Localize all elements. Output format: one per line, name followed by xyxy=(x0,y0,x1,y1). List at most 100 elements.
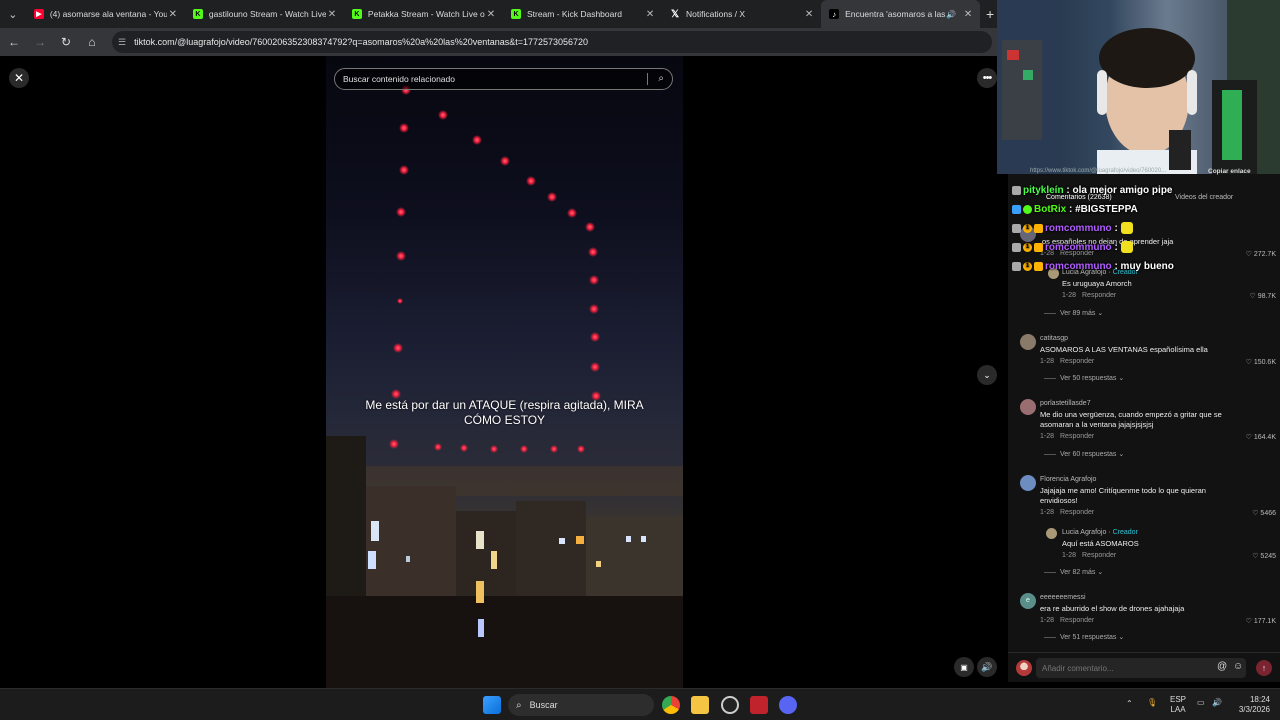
back-icon[interactable]: ← xyxy=(2,30,26,54)
emote-icon xyxy=(1120,241,1133,253)
related-search-placeholder: Buscar contenido relacionado xyxy=(343,74,455,84)
avatar[interactable]: e xyxy=(1020,593,1036,609)
reply-author: Lucia Agrafojo · Creador xyxy=(1062,529,1138,536)
tray-chevron-icon[interactable]: ⌃ xyxy=(1126,699,1133,708)
browser-tab[interactable]: ▶ (4) asomarse ala ventana - YouTube ✕ xyxy=(26,0,185,28)
comment-author[interactable]: porlastetillasde7 xyxy=(1040,400,1091,407)
webcam-overlay xyxy=(997,0,1280,174)
reply-button[interactable]: Responder xyxy=(1060,433,1094,440)
close-icon[interactable]: ✕ xyxy=(9,68,29,88)
url-text: tiktok.com/@luagrafojo/video/76002063523… xyxy=(134,37,589,47)
add-comment-input[interactable] xyxy=(1036,658,1246,678)
tab-title: gastilouno Stream - Watch Live on Kick xyxy=(208,9,326,19)
reply-date: 1-28 xyxy=(1062,552,1077,559)
crown-badge-icon xyxy=(1034,261,1043,271)
date-text: 3/3/2026 xyxy=(1238,705,1270,714)
sub-badge-icon: 1 xyxy=(1023,242,1032,252)
forward-icon[interactable]: → xyxy=(28,30,52,54)
next-video-chevron-icon[interactable]: ⌄ xyxy=(977,365,997,385)
obs-icon[interactable] xyxy=(721,696,739,714)
volume-tray-icon[interactable]: 🔊 xyxy=(1212,698,1222,707)
browser-tab-active[interactable]: ♪ Encuentra 'asomaros a las ventanas' 🔊 … xyxy=(821,0,981,28)
comment-date: 1-28 xyxy=(1040,433,1055,440)
sub-badge-icon: 1 xyxy=(1023,223,1032,233)
like-count[interactable]: ♡ 164.4K xyxy=(1246,433,1276,441)
like-count[interactable]: ♡ 150.6K xyxy=(1246,358,1276,366)
video-frame xyxy=(326,85,683,688)
chat-username: BotRix xyxy=(1034,203,1067,215)
reply-button[interactable]: Responder xyxy=(1060,617,1094,624)
divider xyxy=(647,73,648,85)
reply-button[interactable]: Responder xyxy=(1060,358,1094,365)
windows-start-icon[interactable] xyxy=(483,696,501,714)
related-search-input[interactable]: Buscar contenido relacionado ⌕ xyxy=(334,68,673,90)
view-more-replies[interactable]: Ver 60 respuestas ⌄ xyxy=(1044,450,1124,458)
badge-icon xyxy=(1012,185,1021,195)
tab-title: Petakka Stream - Watch Live on Kick xyxy=(367,9,485,19)
view-more-replies[interactable]: Ver 50 respuestas ⌄ xyxy=(1044,374,1124,382)
clock[interactable]: 18:24 3/3/2026 xyxy=(1234,695,1270,715)
reload-icon[interactable]: ↻ xyxy=(54,30,78,54)
avatar[interactable] xyxy=(1046,528,1057,539)
tab-creator-videos[interactable]: Videos del creador xyxy=(1175,194,1233,201)
comment-text: Jajajaja me amo! Critíquenme todo lo que… xyxy=(1040,486,1206,505)
picture-in-picture-icon[interactable]: ▣ xyxy=(954,657,974,677)
voicemeeter-icon[interactable] xyxy=(750,696,768,714)
speaker-icon[interactable]: 🔊 xyxy=(946,10,956,19)
search-icon[interactable]: ⌕ xyxy=(658,73,664,84)
chat-username: pitykleín xyxy=(1023,184,1064,196)
like-count[interactable]: ♡ 177.1K xyxy=(1246,617,1276,625)
reply-button[interactable]: Responder xyxy=(1060,509,1094,516)
browser-tab[interactable]: K gastilouno Stream - Watch Live on Kick… xyxy=(185,0,344,28)
comment-author[interactable]: eeeeeeemessi xyxy=(1040,594,1086,601)
close-tab-icon[interactable]: ✕ xyxy=(326,9,338,20)
comment-author[interactable]: catitasgp xyxy=(1040,335,1068,342)
home-icon[interactable]: ⌂ xyxy=(80,30,104,54)
view-more-replies[interactable]: Ver 82 más ⌄ xyxy=(1044,568,1103,576)
browser-tab[interactable]: 𝕏 Notifications / X ✕ xyxy=(662,0,821,28)
browser-tab[interactable]: K Stream - Kick Dashboard ✕ xyxy=(503,0,662,28)
taskbar-search[interactable]: ⌕ Buscar xyxy=(508,694,654,716)
language-indicator[interactable]: ESP LAA xyxy=(1170,695,1186,715)
tab-search-chevron-icon[interactable]: ⌄ xyxy=(0,0,26,28)
chat-username: romcommuno xyxy=(1045,222,1112,234)
close-tab-icon[interactable]: ✕ xyxy=(167,9,179,20)
kick-icon: K xyxy=(192,9,203,19)
discord-icon[interactable] xyxy=(779,696,797,714)
file-explorer-icon[interactable] xyxy=(691,696,709,714)
tab-title: Encuentra 'asomaros a las ventanas' xyxy=(845,9,946,19)
avatar[interactable] xyxy=(1020,399,1036,415)
mention-icon[interactable]: @ xyxy=(1217,661,1227,672)
microphone-icon[interactable]: 🎙 xyxy=(1147,698,1157,707)
volume-icon[interactable]: 🔊 xyxy=(977,657,997,677)
site-settings-icon[interactable]: ☰ xyxy=(118,37,126,48)
chat-message: pitykleín : ola mejor amigo pipe xyxy=(1012,182,1173,198)
close-tab-icon[interactable]: ✕ xyxy=(962,9,974,20)
emoji-icon[interactable]: ☺ xyxy=(1233,661,1243,672)
like-count[interactable]: ♡ 5466 xyxy=(1252,509,1276,517)
video-player[interactable]: Buscar contenido relacionado ⌕ Me está p… xyxy=(326,56,683,688)
like-count[interactable]: ♡ 5245 xyxy=(1252,552,1276,560)
like-count[interactable]: ♡ 98.7K xyxy=(1249,292,1276,300)
comment-author[interactable]: Florencia Agrafojo xyxy=(1040,476,1096,483)
browser-tab[interactable]: K Petakka Stream - Watch Live on Kick ✕ xyxy=(344,0,503,28)
chat-text: : #BIGSTEPPA xyxy=(1069,203,1138,215)
close-tab-icon[interactable]: ✕ xyxy=(644,9,656,20)
close-tab-icon[interactable]: ✕ xyxy=(485,9,497,20)
send-icon[interactable]: ↑ xyxy=(1256,660,1272,676)
emote-icon xyxy=(1120,222,1133,234)
reply-button[interactable]: Responder xyxy=(1082,292,1116,299)
copy-link-button[interactable]: Copiar enlace xyxy=(1208,168,1251,175)
view-more-replies[interactable]: Ver 51 respuestas ⌄ xyxy=(1044,633,1124,641)
address-bar[interactable]: ☰ tiktok.com/@luagrafojo/video/760020635… xyxy=(112,31,992,53)
network-icon[interactable]: ▭ xyxy=(1197,698,1205,707)
avatar[interactable] xyxy=(1020,475,1036,491)
reply-button[interactable]: Responder xyxy=(1082,552,1116,559)
more-options-icon[interactable]: ••• xyxy=(977,68,997,88)
view-more-replies[interactable]: Ver 89 más ⌄ xyxy=(1044,309,1103,317)
chrome-icon[interactable] xyxy=(662,696,680,714)
crown-badge-icon xyxy=(1034,242,1043,252)
close-tab-icon[interactable]: ✕ xyxy=(803,9,815,20)
avatar[interactable] xyxy=(1020,334,1036,350)
like-count[interactable]: ♡ 272.7K xyxy=(1246,250,1276,258)
